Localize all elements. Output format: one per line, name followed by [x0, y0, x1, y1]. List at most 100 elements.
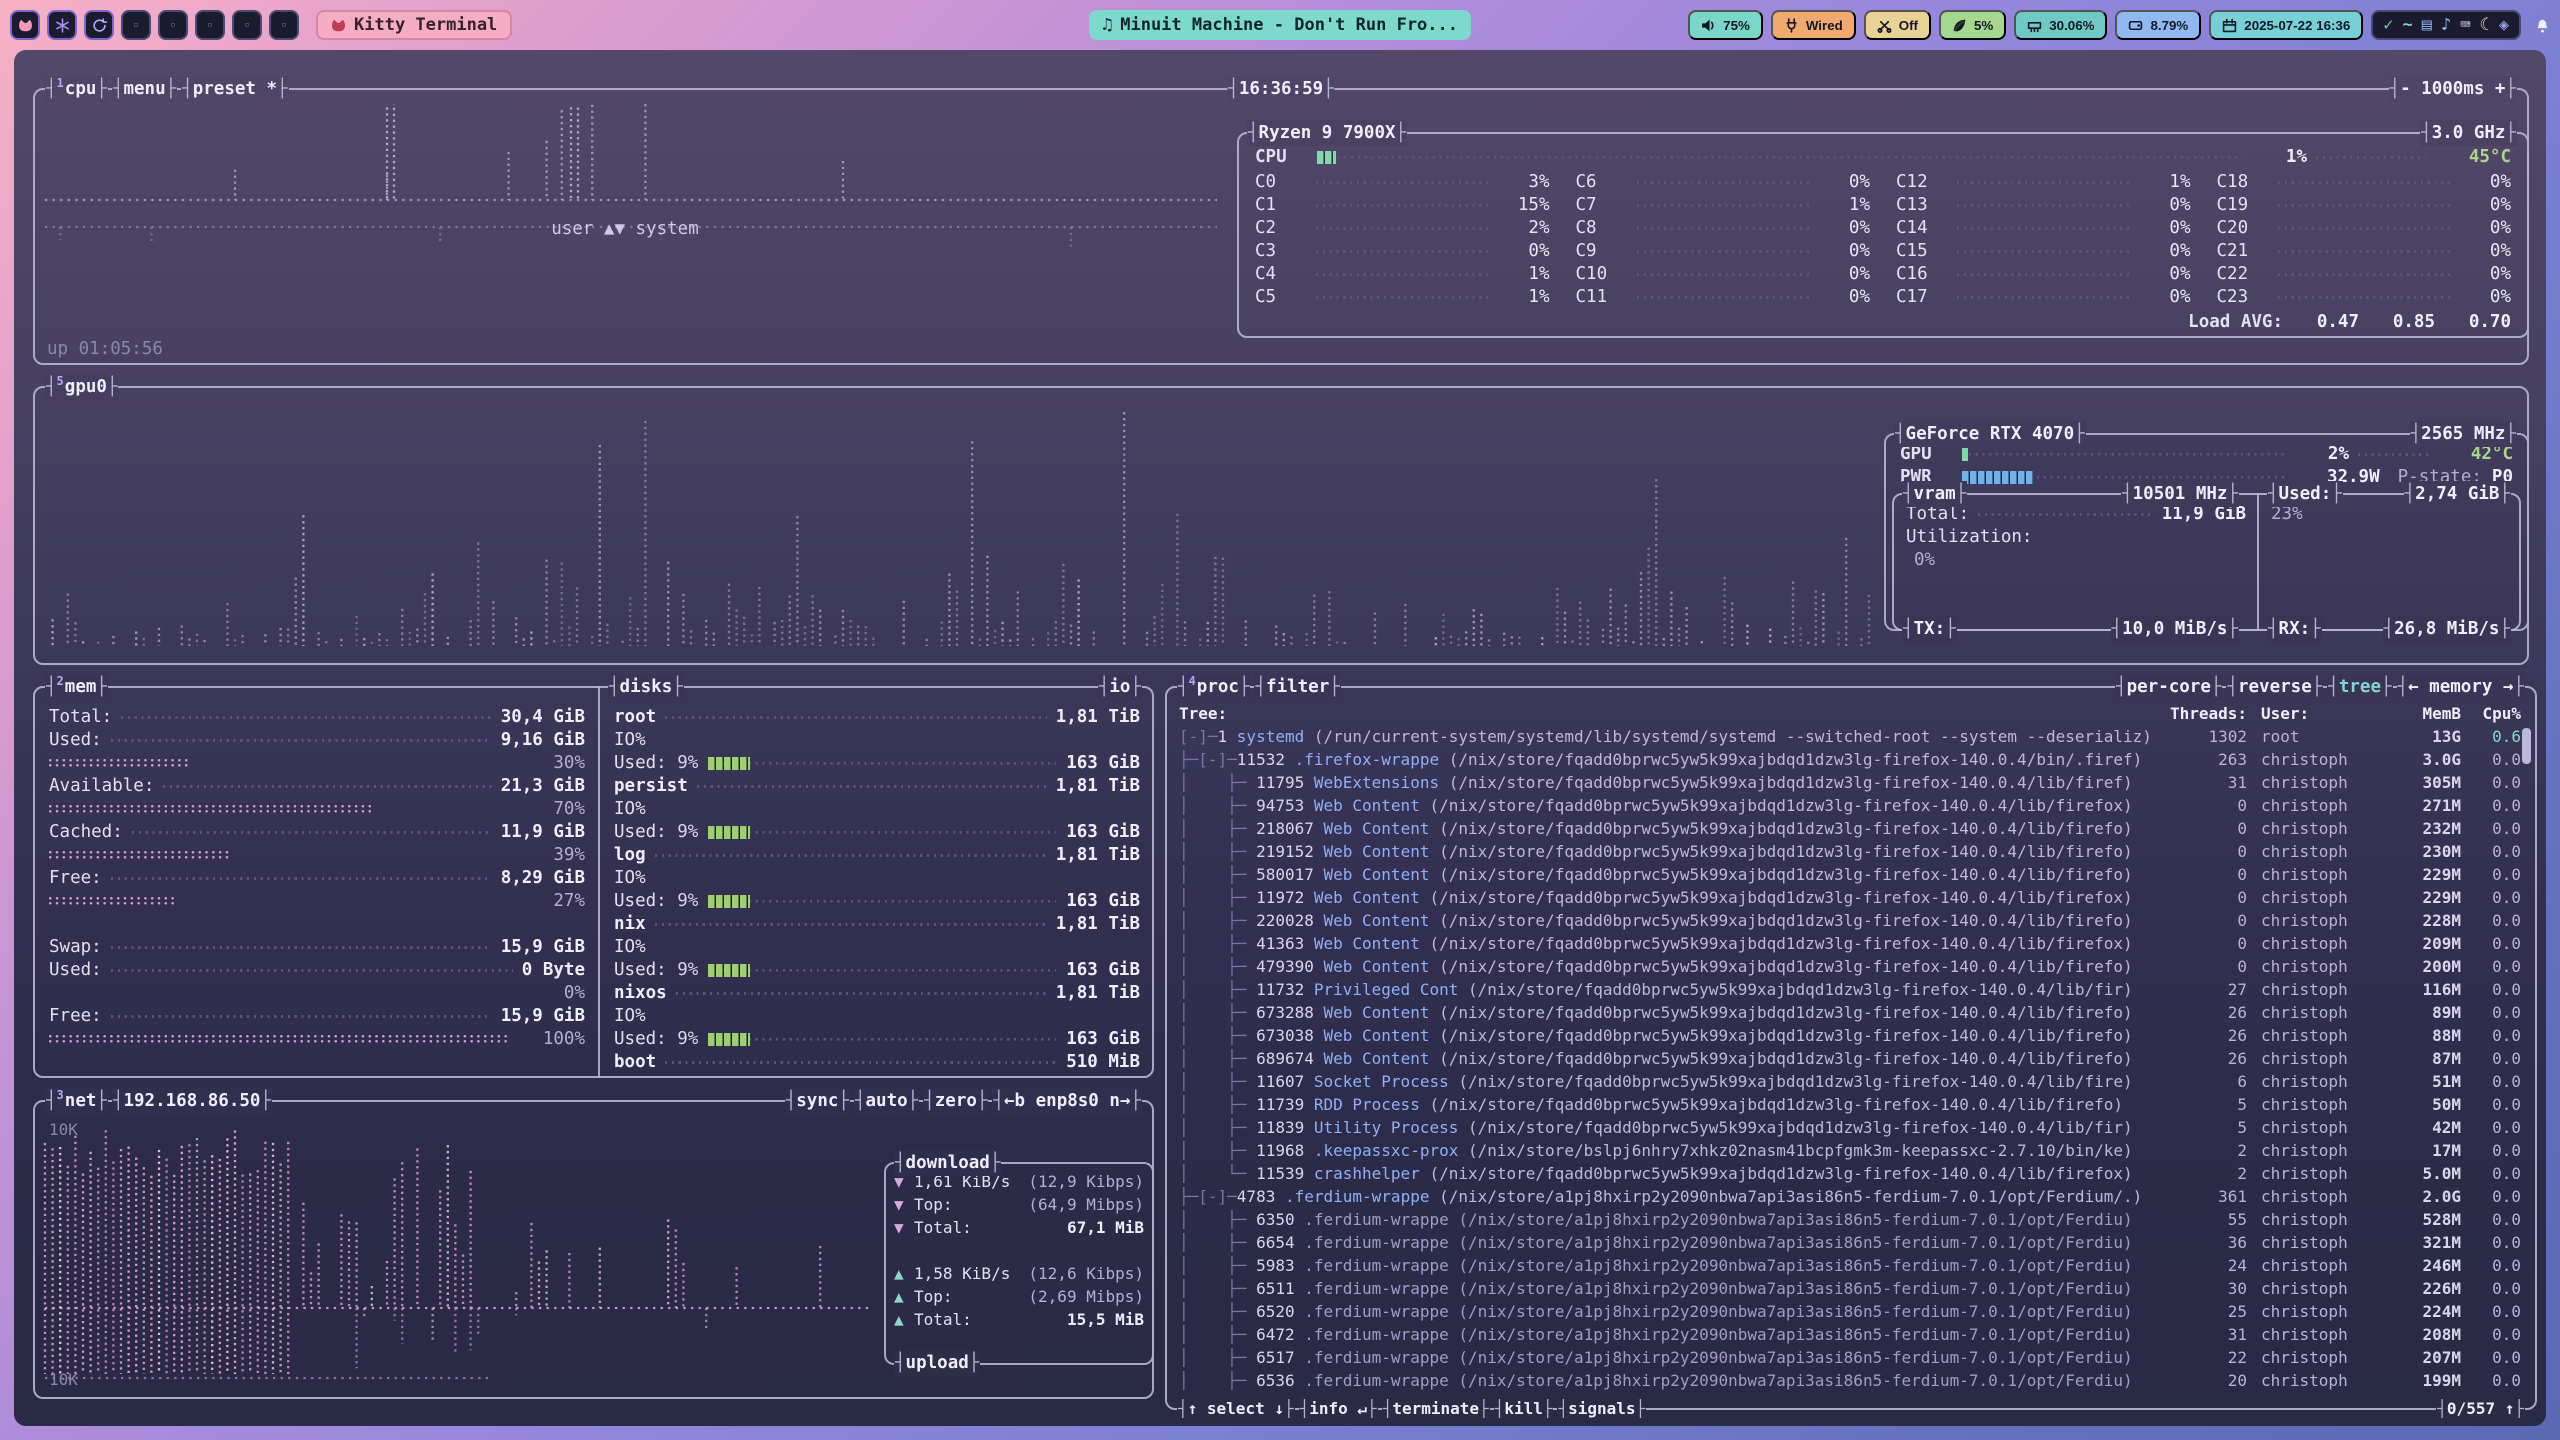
status-chip-disk[interactable]: 8.79%	[2115, 10, 2201, 40]
process-row[interactable]: │ ├─ 11795 WebExtensions (/nix/store/fqa…	[1179, 771, 2521, 794]
tab-disks[interactable]: disks	[608, 674, 684, 700]
status-chip-speaker[interactable]: 75%	[1688, 10, 1763, 40]
proc-action-info[interactable]: info ↵	[1299, 1395, 1378, 1421]
process-row[interactable]: │ ├─ 6517 .ferdium-wrappe (/nix/store/a1…	[1179, 1346, 2521, 1369]
core-usage-row: C110%	[1576, 286, 1871, 309]
net-interface-switcher[interactable]: ←b enp8s0 n→	[992, 1088, 1142, 1114]
wave-icon[interactable]: ~	[2403, 17, 2413, 34]
tab-io[interactable]: io	[1098, 674, 1142, 700]
process-user: christoph	[2247, 1116, 2387, 1139]
status-chip-scissors[interactable]: Off	[1864, 10, 1931, 40]
process-row[interactable]: │ ├─ 220028 Web Content (/nix/store/fqad…	[1179, 909, 2521, 932]
media-player-button[interactable]: ♫ Minuit Machine - Don't Run Fro...	[1089, 10, 1471, 40]
process-row[interactable]: │ ├─ 11732 Privileged Cont (/nix/store/f…	[1179, 978, 2521, 1001]
tab-gpu0[interactable]: 5gpu0	[45, 374, 118, 400]
process-command: (/nix/store/fqadd0bprwc5yw5k99xajbdqd1dz…	[1439, 1049, 2133, 1068]
process-row[interactable]: │ ├─ 6536 .ferdium-wrappe (/nix/store/a1…	[1179, 1369, 2521, 1392]
process-row[interactable]: │ ├─ 5983 .ferdium-wrappe (/nix/store/a1…	[1179, 1254, 2521, 1277]
launcher-cat-icon[interactable]	[10, 10, 40, 40]
proc-action-kill[interactable]: kill	[1494, 1395, 1554, 1421]
proc-action-signals[interactable]: signals	[1557, 1395, 1646, 1421]
proc-mode-memory[interactable]: ← memory →	[2397, 674, 2525, 700]
process-threads: 24	[2167, 1254, 2247, 1277]
process-row[interactable]: │ ├─ 218067 Web Content (/nix/store/fqad…	[1179, 817, 2521, 840]
header-tree[interactable]: Tree:	[1179, 702, 2167, 725]
process-user: christoph	[2247, 955, 2387, 978]
bell-icon[interactable]	[2535, 18, 2550, 33]
process-row[interactable]: │ ├─ 6472 .ferdium-wrappe (/nix/store/a1…	[1179, 1323, 2521, 1346]
moon-icon[interactable]: ☾	[2480, 17, 2490, 34]
shield-icon[interactable]: ◈	[2499, 17, 2509, 34]
music-icon: ♫	[1102, 17, 1112, 34]
process-row[interactable]: ├─[-]─11532 .firefox-wrappe (/nix/store/…	[1179, 748, 2521, 771]
process-row[interactable]: │ ├─ 673038 Web Content (/nix/store/fqad…	[1179, 1024, 2521, 1047]
keyboard-icon[interactable]: ⌨	[2460, 17, 2470, 34]
tab-net[interactable]: 3net	[45, 1088, 108, 1114]
process-row[interactable]: │ ├─ 11607 Socket Process (/nix/store/fq…	[1179, 1070, 2521, 1093]
process-row[interactable]: │ ├─ 580017 Web Content (/nix/store/fqad…	[1179, 863, 2521, 886]
status-chip-plug[interactable]: Wired	[1771, 10, 1856, 40]
process-row[interactable]: [-]─1 systemd (/run/current-system/syste…	[1179, 725, 2521, 748]
process-row[interactable]: │ ├─ 11972 Web Content (/nix/store/fqadd…	[1179, 886, 2521, 909]
net-mode-zero[interactable]: zero	[923, 1088, 988, 1114]
process-row[interactable]: │ ├─ 6350 .ferdium-wrappe (/nix/store/a1…	[1179, 1208, 2521, 1231]
status-chip-ram[interactable]: 30.06%	[2014, 10, 2107, 40]
process-row[interactable]: │ ├─ 6511 .ferdium-wrappe (/nix/store/a1…	[1179, 1277, 2521, 1300]
header-memb[interactable]: MemB	[2387, 702, 2461, 725]
process-row[interactable]: │ ├─ 11839 Utility Process (/nix/store/f…	[1179, 1116, 2521, 1139]
core-percent: 1%	[1818, 194, 1870, 217]
workspace-button-5[interactable]: ▫	[269, 10, 299, 40]
core-label: C22	[2217, 263, 2269, 286]
process-row[interactable]: │ ├─ 673288 Web Content (/nix/store/fqad…	[1179, 1001, 2521, 1024]
proc-action-terminate[interactable]: terminate	[1382, 1395, 1490, 1421]
header-cpu[interactable]: Cpu%	[2461, 702, 2521, 725]
process-mem: 232M	[2387, 817, 2461, 840]
process-user: christoph	[2247, 1093, 2387, 1116]
scrollbar-thumb[interactable]	[2522, 728, 2531, 764]
workspace-button-3[interactable]: ▫	[195, 10, 225, 40]
proc-action-select[interactable]: ↑ select ↓	[1177, 1395, 1295, 1421]
tab-cpu[interactable]: 1cpu	[45, 76, 108, 102]
system-tray[interactable]: ✓ ~ ▤ ♪ ⌨ ☾ ◈	[2371, 10, 2521, 40]
net-mode-auto[interactable]: auto	[854, 1088, 919, 1114]
process-row[interactable]: │ ├─ 41363 Web Content (/nix/store/fqadd…	[1179, 932, 2521, 955]
proc-mode-tree[interactable]: tree	[2327, 674, 2392, 700]
status-chip-leaf[interactable]: 5%	[1939, 10, 2006, 40]
tab-proc[interactable]: 4proc	[1177, 674, 1250, 700]
grid-icon[interactable]: ▤	[2422, 17, 2432, 34]
status-chip-calendar[interactable]: 2025-07-22 16:36	[2209, 10, 2363, 40]
proc-mode-percore[interactable]: per-core	[2115, 674, 2222, 700]
process-row[interactable]: ├─[-]─4783 .ferdium-wrappe (/nix/store/a…	[1179, 1185, 2521, 1208]
check-icon[interactable]: ✓	[2383, 17, 2393, 34]
tree-branch: │ ├─	[1179, 796, 1256, 815]
header-user[interactable]: User:	[2247, 702, 2387, 725]
process-row[interactable]: │ ├─ 94753 Web Content (/nix/store/fqadd…	[1179, 794, 2521, 817]
preset-button[interactable]: preset *	[181, 76, 288, 102]
net-mode-sync[interactable]: sync	[785, 1088, 850, 1114]
proc-mode-reverse[interactable]: reverse	[2226, 674, 2323, 700]
filter-button[interactable]: filter	[1254, 674, 1340, 700]
launcher-refresh-icon[interactable]	[84, 10, 114, 40]
tab-mem[interactable]: 2mem	[45, 674, 108, 700]
rate-value: (12,6 Kibps)	[1028, 1262, 1144, 1285]
process-row[interactable]: │ ├─ 479390 Web Content (/nix/store/fqad…	[1179, 955, 2521, 978]
update-interval-control[interactable]: - 1000ms +	[2389, 76, 2517, 102]
disk-row: log1,81 TiB	[614, 844, 1140, 867]
process-row[interactable]: │ ├─ 6654 .ferdium-wrappe (/nix/store/a1…	[1179, 1231, 2521, 1254]
process-row[interactable]: │ └─ 11539 crashhelper (/nix/store/fqadd…	[1179, 1162, 2521, 1185]
process-row[interactable]: │ ├─ 689674 Web Content (/nix/store/fqad…	[1179, 1047, 2521, 1070]
process-threads: 1302	[2167, 725, 2247, 748]
launcher-nix-icon[interactable]	[47, 10, 77, 40]
process-scrollbar[interactable]	[2522, 728, 2531, 1386]
workspace-button-4[interactable]: ▫	[232, 10, 262, 40]
workspace-button-2[interactable]: ▫	[158, 10, 188, 40]
process-row[interactable]: │ ├─ 11739 RDD Process (/nix/store/fqadd…	[1179, 1093, 2521, 1116]
header-threads[interactable]: Threads:	[2167, 702, 2247, 725]
workspace-button-1[interactable]: ▫	[121, 10, 151, 40]
taskbar-kitty-terminal[interactable]: Kitty Terminal	[316, 10, 512, 40]
process-row[interactable]: │ ├─ 6520 .ferdium-wrappe (/nix/store/a1…	[1179, 1300, 2521, 1323]
process-row[interactable]: │ ├─ 219152 Web Content (/nix/store/fqad…	[1179, 840, 2521, 863]
menu-button[interactable]: menu	[112, 76, 177, 102]
process-row[interactable]: │ ├─ 11968 .keepassxc-prox (/nix/store/b…	[1179, 1139, 2521, 1162]
note-icon[interactable]: ♪	[2441, 17, 2451, 34]
